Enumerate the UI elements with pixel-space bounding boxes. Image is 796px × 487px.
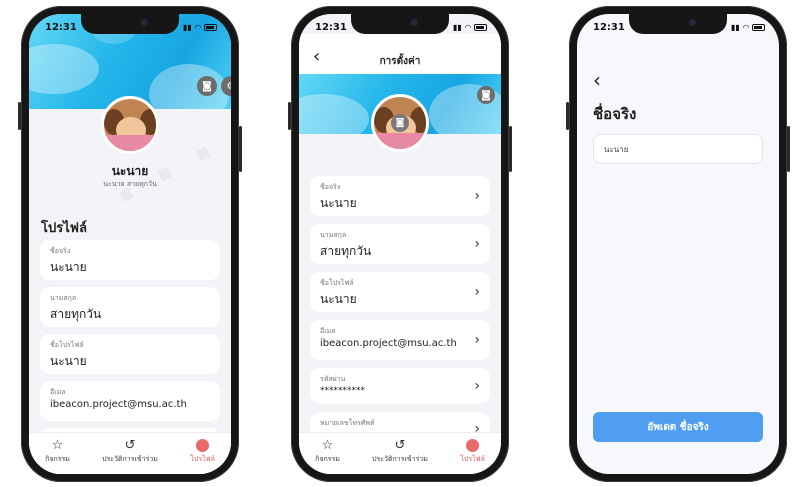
field-label: ชื่อจริง [320,183,341,191]
field-label: นามสกุล [320,231,347,239]
field-value: สายทุกวัน [320,244,372,258]
tab-activities[interactable]: ☆ กิจกรรม [315,439,340,465]
banner-camera-button[interactable]: ◙ [197,76,217,96]
tab-label: โปรไฟล์ [190,455,215,463]
input-value: นะนาย [604,144,629,154]
field-value: สายทุกวัน [50,307,102,321]
history-icon: ↺ [394,438,406,453]
setting-lastname[interactable]: นามสกุลสายทุกวัน › [310,224,490,264]
status-bar: 12:31 ▮▮ ◠ [593,20,765,34]
firstname-input[interactable]: นะนาย [593,134,763,164]
field-label: นามสกุล [50,294,77,302]
wifi-icon: ◠ [194,22,201,32]
star-icon: ☆ [321,438,334,453]
status-time: 12:31 [45,21,77,33]
profile-icon [195,439,209,452]
history-icon: ↺ [124,438,136,453]
signal-icon: ▮▮ [183,22,192,32]
chevron-right-icon: › [474,332,480,348]
status-icons: ▮▮ ◠ [183,23,217,32]
field-value: ********** [320,386,365,396]
update-button[interactable]: อัพเดต ชื่อจริง [593,412,763,442]
section-title: โปรไฟล์ [41,221,87,236]
wifi-icon: ◠ [464,22,471,32]
chevron-left-icon: ‹ [593,68,601,92]
chevron-right-icon: › [474,284,480,300]
profile-fullname: นะนาย สายทุกวัน [103,180,157,188]
avatar-camera-button[interactable]: ◙ [391,114,409,132]
field-label: ชื่อจริง [50,247,71,255]
status-bar: 12:31 ▮▮ ◠ [45,20,217,34]
setting-firstname[interactable]: ชื่อจริงนะนาย › [310,176,490,216]
banner-camera-button[interactable]: ◙ [477,86,495,104]
camera-icon: ◙ [202,80,212,92]
profile-screen: 12:31 ▮▮◠ ◙ ⚙ นะนาย นะนาย สายทุกวัน โปรไ… [29,14,231,474]
battery-icon [752,23,765,31]
tab-activities[interactable]: ☆ กิจกรรม [45,439,70,465]
phone-settings: 12:31 ▮▮ ◠ ‹ การตั้งค่า ◙ ◙ ชื่อจริง นะนาย… [288,6,512,482]
field-profile-name: ชื่อโปรไฟล์นะนาย [40,334,220,374]
page-title: การตั้งค่า [379,56,421,67]
page-title: ชื่อจริง [593,105,637,123]
tab-bar: ☆ กิจกรรม ↺ ประวัติการเข้าร่วม โปรไฟล์ [299,432,501,474]
tab-history[interactable]: ↺ ประวัติการเข้าร่วม [102,439,158,465]
camera-icon: ◙ [481,89,491,101]
field-value: นะนาย [50,354,87,368]
status-time: 12:31 [315,21,347,33]
avatar[interactable] [101,96,159,154]
field-label: ชื่อโปรไฟล์ [50,341,84,349]
tab-profile[interactable]: โปรไฟล์ [190,439,215,465]
tab-label: กิจกรรม [315,455,340,463]
field-label: รหัสผ่าน [320,375,346,383]
phone-profile: 12:31 ▮▮◠ ◙ ⚙ นะนาย นะนาย สายทุกวัน โปรไ… [18,6,242,482]
field-value: นะนาย [320,196,357,210]
field-value: นะนาย [320,292,357,306]
field-value: ibeacon.project@msu.ac.th [50,399,187,410]
field-value: นะนาย [50,260,87,274]
tab-history[interactable]: ↺ ประวัติการเข้าร่วม [372,439,428,465]
back-button[interactable]: ‹ [593,70,601,90]
status-time: 12:31 [593,21,625,33]
tab-profile[interactable]: โปรไฟล์ [460,439,485,465]
phone-edit-firstname: 12:31 ▮▮ ◠ ‹ ชื่อจริง นะนาย อัพเดต ชื่อจร… [566,6,790,482]
chevron-right-icon: › [474,236,480,252]
field-email: อีเมล ibeacon.project@msu.ac.th [40,381,220,421]
field-firstname: ชื่อจริงนะนาย [40,240,220,280]
field-value: ibeacon.project@msu.ac.th [320,338,457,349]
profile-icon [465,439,479,452]
field-label: ชื่อโปรไฟล์ [320,279,354,287]
setting-email[interactable]: อีเมล ibeacon.project@msu.ac.th › [310,320,490,360]
tab-label: กิจกรรม [45,455,70,463]
field-label: หมายเลขโทรศัพท์ [320,419,375,427]
tab-bar: ☆ กิจกรรม ↺ ประวัติการเข้าร่วม โปรไฟล์ [29,432,231,474]
setting-profile-name[interactable]: ชื่อโปรไฟล์นะนาย › [310,272,490,312]
chevron-right-icon: › [474,378,480,394]
field-label: อีเมล [320,327,336,335]
status-icons: ▮▮ ◠ [453,23,487,32]
field-label: อีเมล [50,388,66,396]
battery-icon [474,23,487,31]
signal-icon: ▮▮ [731,22,740,32]
battery-icon [204,23,217,31]
status-bar: 12:31 ▮▮ ◠ [315,20,487,34]
star-icon: ☆ [51,438,64,453]
wifi-icon: ◠ [742,22,749,32]
tab-label: ประวัติการเข้าร่วม [372,455,428,463]
setting-password[interactable]: รหัสผ่าน ********** › [310,368,490,404]
status-icons: ▮▮ ◠ [731,23,765,32]
edit-screen: 12:31 ▮▮ ◠ ‹ ชื่อจริง นะนาย อัพเดต ชื่อจร… [577,14,779,474]
signal-icon: ▮▮ [453,22,462,32]
chevron-right-icon: › [474,188,480,204]
gear-icon: ⚙ [227,81,231,92]
tab-label: ประวัติการเข้าร่วม [102,455,158,463]
camera-icon: ◙ [395,118,405,128]
tab-label: โปรไฟล์ [460,455,485,463]
field-lastname: นามสกุลสายทุกวัน [40,287,220,327]
settings-screen: 12:31 ▮▮ ◠ ‹ การตั้งค่า ◙ ◙ ชื่อจริง นะนาย… [299,14,501,474]
